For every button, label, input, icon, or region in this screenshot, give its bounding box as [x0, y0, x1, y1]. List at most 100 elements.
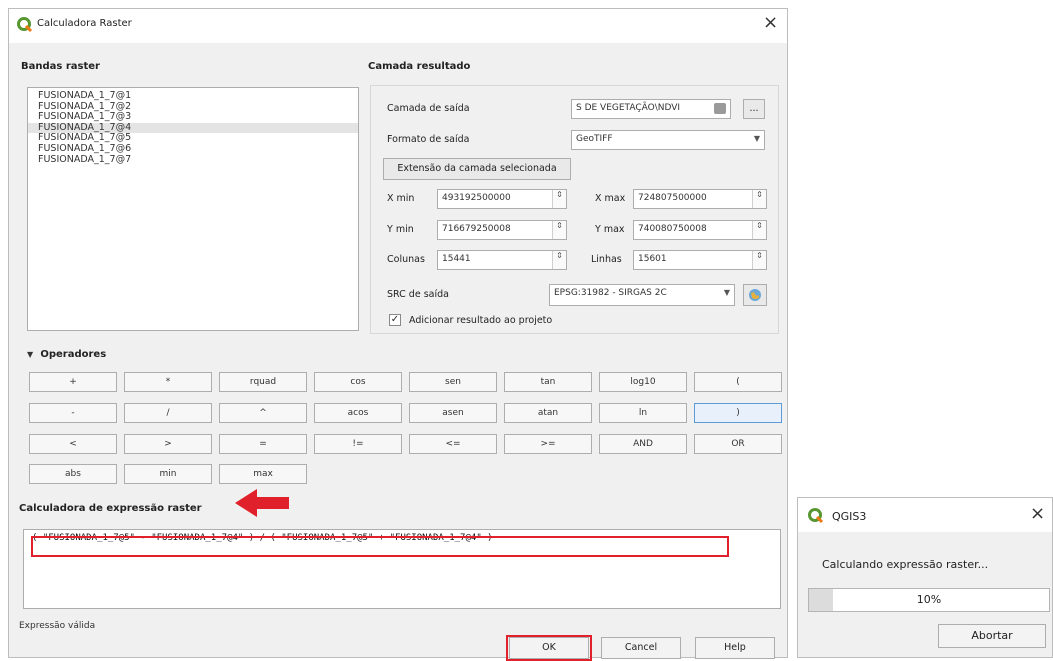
ymax-field[interactable]: 740080750008 ⇕ [633, 220, 767, 240]
dialog-title: Calculadora Raster [37, 18, 132, 29]
operator-log10-button[interactable]: log10 [599, 372, 687, 392]
output-layer-field[interactable]: S DE VEGETAÇÃO\NDVI [571, 99, 731, 119]
operator-min-button[interactable]: min [124, 464, 212, 484]
help-button[interactable]: Help [695, 637, 775, 659]
operator-equal-button[interactable]: = [219, 434, 307, 454]
xmax-value: 724807500000 [638, 193, 707, 203]
title-bar: Calculadora Raster × [9, 9, 787, 43]
progress-title-bar: QGIS3 × [798, 498, 1052, 532]
format-select[interactable]: GeoTIFF ▼ [571, 130, 765, 150]
cancel-button[interactable]: Cancel [601, 637, 681, 659]
operator-add-button[interactable]: + [29, 372, 117, 392]
selected-layer-extent-button[interactable]: Extensão da camada selecionada [383, 158, 571, 180]
chevron-down-icon: ▼ [723, 288, 730, 297]
progress-bar: 10% [808, 588, 1050, 612]
operator-ln-button[interactable]: ln [599, 403, 687, 423]
ymax-value: 740080750008 [638, 224, 707, 234]
ymin-field[interactable]: 716679250008 ⇕ [437, 220, 567, 240]
operator-abs-button[interactable]: abs [29, 464, 117, 484]
operator-subtract-button[interactable]: - [29, 403, 117, 423]
close-icon[interactable]: × [1030, 504, 1045, 524]
operator-or-button[interactable]: OR [694, 434, 782, 454]
xmin-value: 493192500000 [442, 193, 511, 203]
add-to-project-label: Adicionar resultado ao projeto [409, 315, 553, 326]
result-section-title: Camada resultado [368, 61, 471, 72]
progress-message: Calculando expressão raster... [822, 558, 989, 571]
bands-section-title: Bandas raster [21, 61, 100, 72]
spin-icon[interactable]: ⇕ [752, 221, 766, 239]
operator-divide-button[interactable]: / [124, 403, 212, 423]
operator-sqrt-button[interactable]: rquad [219, 372, 307, 392]
red-arrow-icon [235, 489, 289, 517]
ymin-label: Y min [387, 224, 414, 235]
progress-percent: 10% [916, 593, 942, 606]
operator-less-button[interactable]: < [29, 434, 117, 454]
ymax-label: Y max [595, 224, 625, 235]
qgis-logo-icon [808, 508, 824, 524]
crs-value: EPSG:31982 - SIRGAS 2C [554, 288, 667, 298]
columns-label: Colunas [387, 254, 425, 265]
operator-and-button[interactable]: AND [599, 434, 687, 454]
operator-multiply-button[interactable]: * [124, 372, 212, 392]
ymin-value: 716679250008 [442, 224, 511, 234]
operator-close-paren-button[interactable]: ) [694, 403, 782, 423]
operator-max-button[interactable]: max [219, 464, 307, 484]
operator-open-paren-button[interactable]: ( [694, 372, 782, 392]
spin-icon[interactable]: ⇕ [552, 190, 566, 208]
globe-icon [749, 289, 761, 301]
operator-asin-button[interactable]: asen [409, 403, 497, 423]
columns-value: 15441 [442, 254, 471, 264]
list-item[interactable]: FUSIONADA_1_7@1 [28, 90, 358, 102]
browse-button[interactable]: ... [743, 99, 765, 119]
spin-icon[interactable]: ⇕ [752, 251, 766, 269]
spin-icon[interactable]: ⇕ [752, 190, 766, 208]
operators-title: Operadores [40, 349, 107, 360]
expression-status: Expressão válida [19, 621, 96, 631]
operator-tan-button[interactable]: tan [504, 372, 592, 392]
add-to-project-checkbox[interactable]: ✓ [389, 314, 401, 326]
operator-less-equal-button[interactable]: <= [409, 434, 497, 454]
expression-highlight [31, 536, 729, 557]
chevron-down-icon: ▼ [753, 134, 760, 143]
operator-acos-button[interactable]: acos [314, 403, 402, 423]
list-item[interactable]: FUSIONADA_1_7@6 [28, 143, 358, 155]
expression-section-title: Calculadora de expressão raster [19, 503, 202, 514]
operator-not-equal-button[interactable]: != [314, 434, 402, 454]
raster-calculator-dialog: Calculadora Raster × Bandas raster FUSIO… [8, 8, 788, 661]
chevron-down-icon: ▼ [27, 350, 34, 359]
xmin-field[interactable]: 493192500000 ⇕ [437, 189, 567, 209]
progress-dialog: QGIS3 × Calculando expressão raster... 1… [797, 497, 1053, 658]
crs-selector-button[interactable] [743, 284, 767, 306]
ok-highlight [506, 635, 592, 661]
operator-atan-button[interactable]: atan [504, 403, 592, 423]
operators-header[interactable]: ▼ Operadores [27, 349, 106, 360]
spin-icon[interactable]: ⇕ [552, 251, 566, 269]
clear-icon[interactable] [714, 103, 726, 114]
rows-label: Linhas [591, 254, 622, 265]
xmax-label: X max [595, 193, 626, 204]
xmax-field[interactable]: 724807500000 ⇕ [633, 189, 767, 209]
operators-group: + * rquad cos sen tan log10 ( - / ^ acos… [23, 364, 782, 496]
rows-value: 15601 [638, 254, 667, 264]
xmin-label: X min [387, 193, 415, 204]
format-label: Formato de saída [387, 134, 470, 145]
abort-button[interactable]: Abortar [938, 624, 1046, 648]
qgis-logo-icon [17, 17, 33, 33]
spin-icon[interactable]: ⇕ [552, 221, 566, 239]
operator-sin-button[interactable]: sen [409, 372, 497, 392]
operator-greater-button[interactable]: > [124, 434, 212, 454]
progress-title: QGIS3 [832, 510, 867, 523]
operator-greater-equal-button[interactable]: >= [504, 434, 592, 454]
result-group: Camada de saída S DE VEGETAÇÃO\NDVI ... … [370, 85, 779, 334]
output-layer-label: Camada de saída [387, 103, 470, 114]
bands-list[interactable]: FUSIONADA_1_7@1 FUSIONADA_1_7@2 FUSIONAD… [27, 87, 359, 331]
output-layer-value: S DE VEGETAÇÃO\NDVI [576, 103, 681, 113]
crs-label: SRC de saída [387, 289, 449, 300]
operator-power-button[interactable]: ^ [219, 403, 307, 423]
columns-field[interactable]: 15441 ⇕ [437, 250, 567, 270]
close-icon[interactable]: × [763, 13, 778, 33]
operator-cos-button[interactable]: cos [314, 372, 402, 392]
list-item[interactable]: FUSIONADA_1_7@7 [28, 154, 358, 166]
crs-select[interactable]: EPSG:31982 - SIRGAS 2C ▼ [549, 284, 735, 306]
rows-field[interactable]: 15601 ⇕ [633, 250, 767, 270]
